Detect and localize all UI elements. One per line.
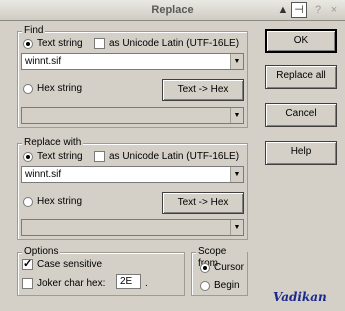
chevron-down-icon[interactable]: ▼	[230, 167, 243, 182]
find-text-combo[interactable]: winnt.sif ▼	[21, 53, 244, 70]
replace-text-to-hex-button[interactable]: Text -> Hex	[162, 192, 244, 214]
joker-checkbox[interactable]	[22, 278, 33, 289]
case-sensitive-label: Case sensitive	[37, 259, 103, 270]
chevron-down-icon[interactable]: ▼	[230, 108, 243, 123]
replace-hex-radio[interactable]	[23, 197, 33, 207]
joker-suffix: .	[145, 278, 148, 289]
scope-begin-radio[interactable]	[200, 281, 210, 291]
chevron-down-icon[interactable]: ▼	[230, 54, 243, 69]
help-button[interactable]: Help	[265, 141, 337, 165]
find-unicode-checkbox[interactable]	[94, 38, 105, 49]
replace-text-radio[interactable]	[23, 152, 33, 162]
find-group-label: Find	[22, 25, 46, 37]
find-hex-radio[interactable]	[23, 84, 33, 94]
replace-text-radio-label: Text string	[37, 151, 83, 162]
roll-up-icon[interactable]: ▲	[275, 2, 291, 18]
replace-hex-combo[interactable]: ▼	[21, 219, 244, 236]
find-text-radio[interactable]	[23, 39, 33, 49]
joker-label: Joker char hex:	[37, 278, 106, 289]
case-sensitive-checkbox[interactable]: ✓	[22, 259, 33, 270]
chevron-down-icon[interactable]: ▼	[230, 220, 243, 235]
replace-unicode-checkbox[interactable]	[94, 151, 105, 162]
replace-text-combo[interactable]: winnt.sif ▼	[21, 166, 244, 183]
find-text-to-hex-button[interactable]: Text -> Hex	[162, 79, 244, 101]
replace-unicode-label: as Unicode Latin (UTF-16LE)	[109, 151, 240, 162]
cancel-button[interactable]: Cancel	[265, 103, 337, 127]
scope-begin-label: Begin	[214, 280, 240, 291]
replace-all-button[interactable]: Replace all	[265, 65, 337, 89]
help-icon[interactable]: ?	[310, 2, 326, 18]
joker-hex-input[interactable]: 2E	[116, 274, 141, 289]
replace-text-value: winnt.sif	[25, 169, 62, 180]
find-text-radio-label: Text string	[37, 38, 83, 49]
watermark-signature: Vadikan	[273, 290, 327, 304]
find-text-value: winnt.sif	[25, 56, 62, 67]
close-icon[interactable]: ×	[326, 2, 342, 18]
ok-button[interactable]: OK	[265, 29, 337, 53]
pin-icon[interactable]: ⊣	[291, 2, 307, 18]
options-group-label: Options	[22, 246, 61, 258]
find-hex-radio-label: Hex string	[37, 83, 83, 94]
title-bar: Replace ▲ ⊣ ? ×	[0, 0, 345, 21]
scope-cursor-label: Cursor	[214, 262, 245, 273]
replace-group-label: Replace with	[22, 137, 84, 149]
find-hex-combo[interactable]: ▼	[21, 107, 244, 124]
find-unicode-label: as Unicode Latin (UTF-16LE)	[109, 38, 240, 49]
scope-cursor-radio[interactable]	[200, 263, 210, 273]
replace-hex-radio-label: Hex string	[37, 196, 83, 207]
